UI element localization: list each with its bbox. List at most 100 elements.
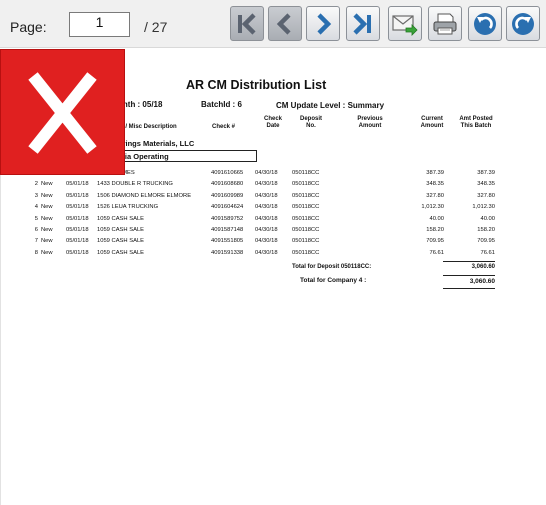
row-date: 05/01/18 — [66, 215, 89, 222]
row-check: 4091610665 — [211, 170, 244, 176]
row-current: 1,012.30 — [421, 204, 444, 211]
row-status: New — [41, 204, 53, 211]
row-check: 4091609989 — [211, 192, 244, 199]
back-button[interactable] — [468, 6, 502, 41]
company-total-bottom-rule — [443, 288, 495, 289]
row-status: New — [41, 181, 53, 188]
row-posted: 76.61 — [480, 249, 495, 256]
row-desc: 1506 DIAMOND ELMORE ELMORE — [97, 192, 192, 199]
col-check-date-line1: Check — [263, 116, 282, 122]
update-level: CM Update Level : Summary — [276, 101, 385, 110]
row-current: 76.61 — [429, 249, 444, 256]
subtotal-rule — [443, 261, 495, 262]
row-current: 40.00 — [429, 215, 444, 222]
export-icon — [392, 14, 418, 36]
page-number-input[interactable]: 1 — [69, 12, 130, 37]
col-current-line1: Current — [421, 116, 443, 122]
row-check-date: 04/30/18 — [255, 249, 278, 256]
row-seq: 6 — [34, 227, 38, 233]
row-posted: 387.39 — [477, 170, 495, 176]
prev-page-button[interactable] — [268, 6, 302, 41]
col-description: er / Misc Description — [118, 124, 177, 130]
row-date: 05/01/18 — [66, 238, 89, 245]
export-button[interactable] — [388, 6, 422, 41]
company-total-top-rule — [443, 275, 495, 276]
row-posted: 327.80 — [477, 192, 495, 199]
row-date: 05/01/18 — [66, 227, 89, 233]
row-posted: 40.00 — [480, 215, 495, 222]
col-deposit: Deposit No. — [294, 116, 328, 130]
next-page-button[interactable] — [306, 6, 340, 41]
total-company-label: Total for Company 4 : — [300, 277, 367, 284]
row-status: New — [41, 192, 53, 199]
error-x-icon — [28, 72, 97, 154]
batch-id: BatchId : 6 — [201, 100, 242, 109]
page-label: Page: — [10, 19, 47, 35]
row-desc: 1059 CASH SALE — [97, 249, 145, 256]
row-date: 05/01/18 — [66, 192, 89, 199]
division-box: ria Operating — [118, 150, 257, 162]
col-check-date-line2: Date — [266, 123, 280, 129]
col-posted: Amt Posted This Batch — [454, 116, 498, 130]
total-company-value: 3,060.60 — [469, 278, 495, 285]
row-current: 158.20 — [426, 227, 444, 233]
row-check-date: 04/30/18 — [255, 227, 278, 233]
row-posted: 348.35 — [477, 181, 495, 188]
row-date: 05/01/18 — [66, 204, 89, 211]
row-check-date: 04/30/18 — [255, 215, 278, 222]
row-date: 05/01/18 — [66, 181, 89, 188]
row-deposit: 050118CC — [292, 170, 320, 176]
row-date: 05/01/18 — [66, 249, 89, 256]
total-deposit-label: Total for Deposit 050118CC: — [292, 264, 372, 270]
row-status: New — [41, 215, 53, 222]
row-seq: 5 — [34, 215, 38, 222]
row-seq: 8 — [34, 249, 38, 256]
row-seq: 7 — [34, 238, 38, 245]
col-deposit-line2: No. — [306, 123, 316, 129]
col-check: Check # — [212, 124, 236, 130]
row-check: 4091604624 — [211, 204, 244, 211]
row-current: 709.95 — [426, 238, 444, 245]
row-deposit: 050118CC — [292, 249, 320, 256]
row-deposit: 050118CC — [292, 227, 320, 233]
col-previous-line2: Amount — [358, 123, 382, 129]
row-deposit: 050118CC — [292, 238, 320, 245]
report-title: AR CM Distribution List — [186, 78, 327, 92]
row-status: New — [41, 249, 53, 256]
refresh-button[interactable] — [506, 6, 540, 41]
last-page-icon — [353, 12, 371, 35]
row-posted: 1,012.30 — [472, 204, 495, 211]
row-deposit: 050118CC — [292, 181, 320, 188]
error-overlay — [0, 49, 125, 175]
col-posted-line2: This Batch — [460, 123, 492, 129]
page-total: / 27 — [144, 19, 168, 35]
row-check: 4091587148 — [211, 227, 244, 233]
col-posted-line1: Amt Posted — [459, 116, 493, 122]
row-check: 4091591338 — [211, 249, 244, 256]
row-check-date: 04/30/18 — [255, 238, 278, 245]
company-name: prings Materials, LLC — [118, 139, 195, 148]
row-check-date: 04/30/18 — [255, 170, 278, 176]
row-deposit: 050118CC — [292, 192, 320, 199]
row-desc: 1059 CASH SALE — [97, 227, 145, 233]
col-current: Current Amount — [416, 116, 448, 130]
next-page-icon — [317, 12, 332, 35]
row-seq: 3 — [34, 192, 38, 199]
row-desc: 1433 DOUBLE R TRUCKING — [97, 181, 173, 188]
row-status: New — [41, 227, 53, 233]
first-page-button[interactable] — [230, 6, 264, 41]
row-posted: 709.95 — [477, 238, 495, 245]
row-desc: 1059 CASH SALE — [97, 215, 145, 222]
back-icon — [474, 12, 496, 35]
row-check: 4091589752 — [211, 215, 244, 222]
row-status: New — [41, 238, 53, 245]
print-button[interactable] — [428, 6, 462, 41]
last-page-button[interactable] — [346, 6, 380, 41]
print-icon — [433, 13, 457, 34]
first-page-icon — [238, 12, 256, 35]
row-deposit: 050118CC — [292, 215, 320, 222]
row-deposit: 050118CC — [292, 204, 320, 211]
refresh-icon — [512, 12, 534, 35]
col-previous: Previous Amount — [352, 116, 388, 130]
row-check: 4091608680 — [211, 181, 244, 188]
